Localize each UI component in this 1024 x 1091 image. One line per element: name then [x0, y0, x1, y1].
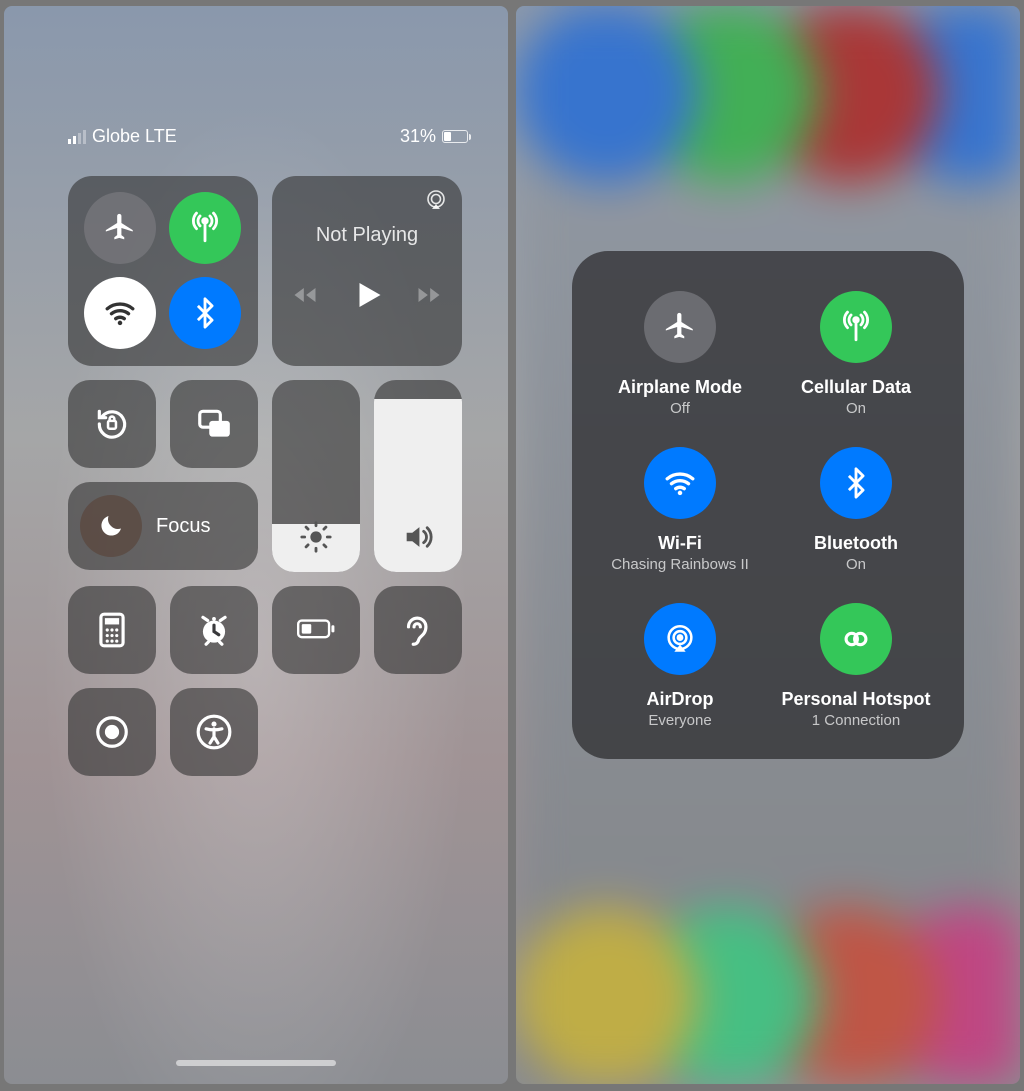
carrier-label: Globe LTE [92, 126, 177, 147]
wifi-icon [103, 296, 137, 330]
moon-icon [96, 511, 126, 541]
volume-slider[interactable] [374, 380, 462, 572]
media-tile[interactable]: Not Playing [272, 176, 462, 366]
play-button[interactable] [349, 277, 385, 318]
airplane-icon [663, 310, 697, 344]
hearing-button[interactable] [374, 586, 462, 674]
control-center-screen: Globe LTE 31% [4, 6, 508, 1084]
wifi-icon [663, 466, 697, 500]
wifi-title: Wi-Fi [592, 533, 768, 554]
bluetooth-title: Bluetooth [768, 533, 944, 554]
screen-mirroring-icon [195, 405, 233, 443]
record-icon [93, 713, 131, 751]
airdrop-title: AirDrop [592, 689, 768, 710]
airplane-sub: Off [592, 400, 768, 417]
battery-icon [442, 130, 468, 143]
bluetooth-icon [188, 296, 222, 330]
status-bar: Globe LTE 31% [68, 126, 468, 147]
orientation-lock-button[interactable] [68, 380, 156, 468]
airdrop-sub: Everyone [592, 712, 768, 729]
battery-percent-label: 31% [400, 126, 436, 147]
orientation-lock-icon [93, 405, 131, 443]
cellular-signal-icon [68, 130, 86, 144]
airplane-title: Airplane Mode [592, 377, 768, 398]
cellular-data-cell[interactable]: Cellular Data On [768, 291, 944, 417]
accessibility-shortcut-button[interactable] [170, 688, 258, 776]
calculator-button[interactable] [68, 586, 156, 674]
hotspot-icon [839, 622, 873, 656]
wifi-toggle[interactable] [84, 277, 156, 349]
airplane-mode-toggle[interactable] [84, 192, 156, 264]
hotspot-cell[interactable]: Personal Hotspot 1 Connection [768, 603, 944, 729]
cellular-data-toggle[interactable] [169, 192, 241, 264]
brightness-icon [299, 520, 333, 554]
bluetooth-cell[interactable]: Bluetooth On [768, 447, 944, 573]
connectivity-expanded-screen: Airplane Mode Off Cellular Data On Wi-Fi… [516, 6, 1020, 1084]
cellular-title: Cellular Data [768, 377, 944, 398]
airdrop-icon [663, 622, 697, 656]
cellular-sub: On [768, 400, 944, 417]
now-playing-label: Not Playing [272, 224, 462, 247]
alarm-clock-icon [195, 611, 233, 649]
calculator-icon [93, 611, 131, 649]
volume-icon [401, 520, 435, 554]
rewind-button[interactable] [291, 281, 319, 314]
connectivity-tile[interactable] [68, 176, 258, 366]
ear-icon [399, 611, 437, 649]
alarm-button[interactable] [170, 586, 258, 674]
bluetooth-toggle[interactable] [169, 277, 241, 349]
airplane-mode-cell[interactable]: Airplane Mode Off [592, 291, 768, 417]
home-indicator[interactable] [176, 1060, 336, 1066]
wifi-sub: Chasing Rainbows II [592, 556, 768, 573]
hotspot-title: Personal Hotspot [768, 689, 944, 710]
focus-button[interactable]: Focus [68, 482, 258, 570]
low-power-icon [297, 611, 335, 649]
airdrop-cell[interactable]: AirDrop Everyone [592, 603, 768, 729]
antenna-icon [188, 211, 222, 245]
airplane-icon [103, 211, 137, 245]
hotspot-sub: 1 Connection [768, 712, 944, 729]
bluetooth-icon [839, 466, 873, 500]
screen-record-button[interactable] [68, 688, 156, 776]
bluetooth-sub: On [768, 556, 944, 573]
focus-label: Focus [156, 515, 210, 538]
forward-button[interactable] [415, 281, 443, 314]
antenna-icon [839, 310, 873, 344]
airplay-icon[interactable] [424, 188, 448, 212]
brightness-slider[interactable] [272, 380, 360, 572]
low-power-mode-button[interactable] [272, 586, 360, 674]
screen-mirroring-button[interactable] [170, 380, 258, 468]
wifi-cell[interactable]: Wi-Fi Chasing Rainbows II [592, 447, 768, 573]
connectivity-panel[interactable]: Airplane Mode Off Cellular Data On Wi-Fi… [572, 251, 964, 759]
accessibility-icon [195, 713, 233, 751]
